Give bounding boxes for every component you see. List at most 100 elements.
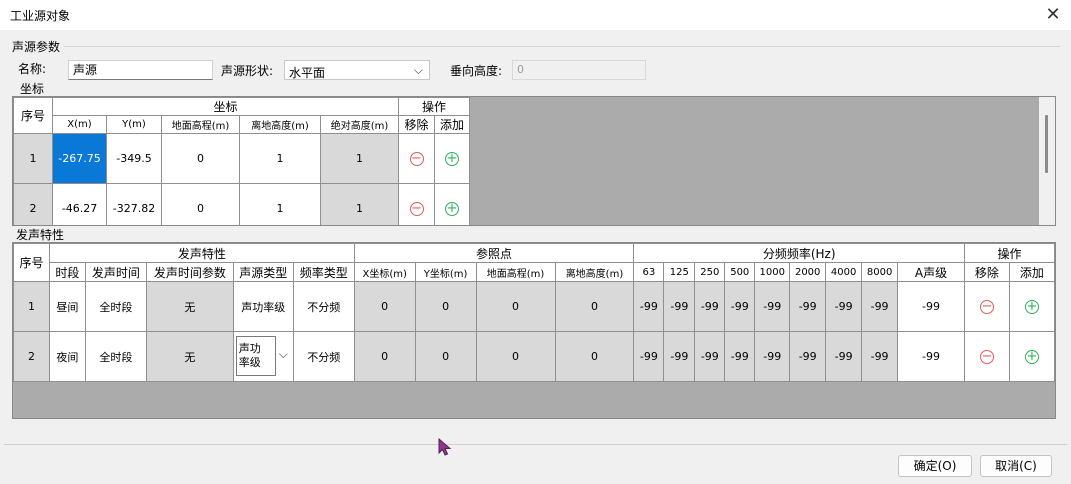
emission-header-time: 发声时间 [84, 262, 147, 282]
table-row: 1 -267.75 -349.5 0 1 1 − + [13, 133, 470, 184]
coords-header-add: 添加 [434, 115, 470, 134]
title-bar: 工业源对象 ✕ [0, 0, 1071, 30]
cell-freq: -99 [633, 281, 665, 332]
height-input: 0 [512, 60, 646, 80]
cell-period[interactable]: 昼间 [48, 281, 86, 332]
coords-table: 序号 坐标 操作 X(m) Y(m) 地面高程(m) 离地高度(m) 绝对高度(… [13, 97, 470, 225]
cancel-button[interactable]: 取消(C) [980, 455, 1052, 477]
cell-freq: -99 [694, 281, 726, 332]
cell-period[interactable]: 夜间 [48, 331, 86, 382]
ok-button[interactable]: 确定(O) [898, 455, 972, 477]
cell-freq-type[interactable]: 不分频 [292, 331, 355, 382]
cell-x[interactable]: -267.75 [52, 133, 107, 184]
remove-cell[interactable]: − [398, 133, 435, 184]
emission-header-freq-1000: 1000 [754, 262, 791, 282]
shape-select[interactable]: 水平面 ⌵ [284, 60, 430, 80]
plus-circle-icon[interactable]: + [445, 201, 459, 216]
cell-rground: 0 [475, 281, 556, 332]
cell-rabove: 0 [554, 281, 635, 332]
scrollbar-thumb[interactable] [1045, 115, 1048, 173]
shape-select-value: 水平面 [289, 66, 326, 80]
cell-y[interactable]: -327.82 [106, 183, 162, 225]
remove-cell[interactable]: − [398, 183, 435, 225]
emission-header-freq-4000: 4000 [825, 262, 863, 282]
remove-cell[interactable]: − [963, 281, 1010, 332]
cell-above[interactable]: 1 [239, 183, 321, 225]
emission-header-group: 发声特性 [48, 243, 355, 263]
row-seq[interactable]: 1 [13, 133, 53, 184]
cell-rx: 0 [353, 331, 416, 382]
name-input[interactable]: 声源 [68, 60, 213, 80]
cell-x[interactable]: -46.27 [52, 183, 107, 225]
cell-rground: 0 [475, 331, 556, 382]
cell-ground[interactable]: 0 [161, 183, 240, 225]
add-cell[interactable]: + [1008, 281, 1055, 332]
cell-freq: -99 [633, 331, 665, 382]
add-cell[interactable]: + [1008, 331, 1055, 382]
cell-a-level[interactable]: -99 [897, 281, 965, 332]
coords-scrollbar[interactable] [1039, 97, 1055, 225]
plus-circle-icon[interactable]: + [445, 151, 459, 166]
minus-circle-icon[interactable]: − [409, 201, 424, 216]
cell-time[interactable]: 全时段 [84, 281, 147, 332]
cell-abs: 1 [320, 133, 399, 184]
minus-circle-icon[interactable]: − [409, 151, 424, 166]
divider [64, 46, 1060, 47]
row-seq[interactable]: 2 [13, 331, 50, 382]
plus-circle-icon[interactable]: + [1024, 299, 1039, 314]
coords-header-ground: 地面高程(m) [161, 115, 240, 134]
mouse-pointer-icon [438, 438, 452, 456]
section-params-label: 声源参数 [12, 40, 61, 54]
src-type-select-value: 声功 率级 [238, 342, 261, 369]
cell-freq: -99 [694, 331, 726, 382]
coords-header-y: Y(m) [106, 115, 162, 134]
cell-a-level[interactable]: -99 [897, 331, 965, 382]
cell-src-type[interactable]: 声功率级 [232, 281, 294, 332]
chevron-down-icon[interactable]: ⌵ [279, 347, 288, 362]
emission-header-freq-500: 500 [724, 262, 756, 282]
src-type-select[interactable]: 声功 率级 [235, 336, 276, 376]
emission-header-freq-8000: 8000 [861, 262, 899, 282]
emission-header-seq: 序号 [13, 243, 50, 282]
cell-rabove: 0 [554, 331, 635, 382]
cell-ground[interactable]: 0 [161, 133, 240, 184]
section-emission-label: 发声特性 [16, 228, 65, 242]
cell-above[interactable]: 1 [239, 133, 321, 184]
emission-header-src-type: 声源类型 [232, 262, 294, 282]
emission-header-ry: Y坐标(m) [414, 262, 477, 282]
emission-header-freq-2000: 2000 [789, 262, 827, 282]
remove-cell[interactable]: − [963, 331, 1010, 382]
cell-freq: -99 [861, 331, 899, 382]
minus-circle-icon[interactable]: − [979, 299, 994, 314]
minus-circle-icon[interactable]: − [979, 349, 994, 364]
emission-header-freq-group: 分频频率(Hz) [633, 243, 965, 263]
add-cell[interactable]: + [434, 133, 470, 184]
cell-abs: 1 [320, 183, 399, 225]
emission-header-ops: 操作 [963, 243, 1055, 263]
add-cell[interactable]: + [434, 183, 470, 225]
emission-header-rabove: 离地高度(m) [554, 262, 635, 282]
row-seq[interactable]: 1 [13, 281, 50, 332]
coords-grid: 序号 坐标 操作 X(m) Y(m) 地面高程(m) 离地高度(m) 绝对高度(… [12, 96, 1056, 226]
cell-y[interactable]: -349.5 [106, 133, 162, 184]
footer-divider [4, 444, 1067, 445]
close-icon[interactable]: ✕ [1041, 3, 1065, 27]
table-row: 2 -46.27 -327.82 0 1 1 − + [13, 183, 470, 225]
chevron-down-icon: ⌵ [413, 63, 423, 77]
table-row: 2 夜间 全时段 无 声功 率级 ⌵ 不分频 0 0 0 0 -99 -99 -… [13, 331, 1055, 382]
cell-freq: -99 [754, 281, 791, 332]
cell-freq: -99 [663, 331, 696, 382]
emission-header-freq-63: 63 [633, 262, 665, 282]
cell-freq: -99 [724, 281, 756, 332]
plus-circle-icon[interactable]: + [1024, 349, 1039, 364]
emission-grid: 序号 发声特性 参照点 分频频率(Hz) 操作 时段 发声时间 发声时间参数 声… [12, 242, 1056, 419]
emission-header-add: 添加 [1008, 262, 1055, 282]
row-seq[interactable]: 2 [13, 183, 53, 225]
src-type-combo[interactable]: 声功 率级 ⌵ [232, 331, 294, 382]
emission-header-ref: 参照点 [353, 243, 635, 263]
emission-header-freq-125: 125 [663, 262, 696, 282]
coords-header-above: 离地高度(m) [239, 115, 321, 134]
cell-time[interactable]: 全时段 [84, 331, 147, 382]
cell-freq-type[interactable]: 不分频 [292, 281, 355, 332]
emission-header-remove: 移除 [963, 262, 1010, 282]
